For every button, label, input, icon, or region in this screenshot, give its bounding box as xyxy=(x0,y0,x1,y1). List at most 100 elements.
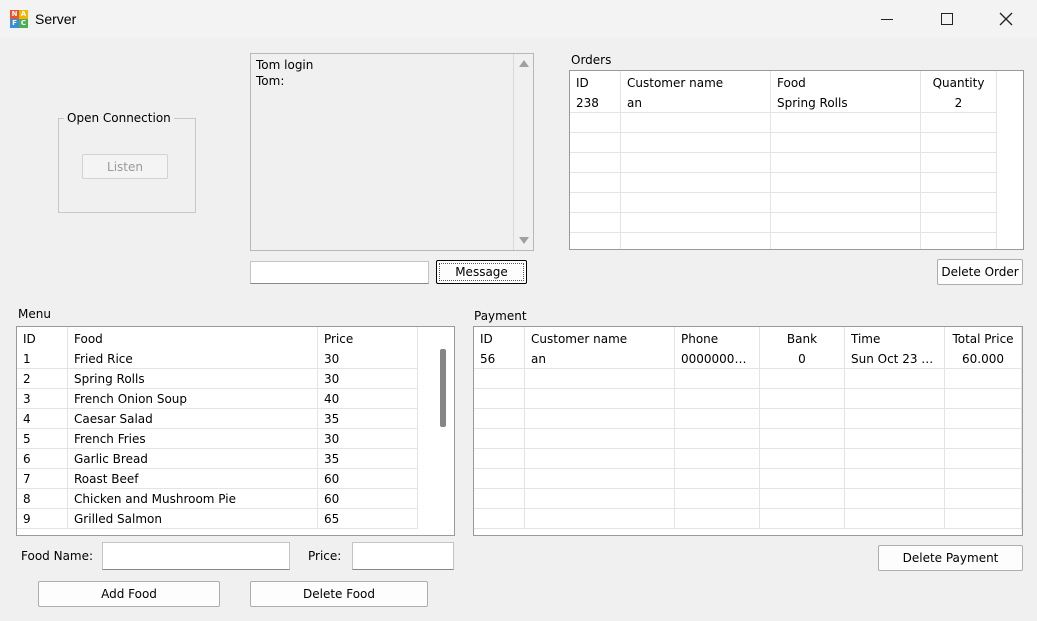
scroll-down-icon[interactable] xyxy=(519,237,529,244)
table-cell: an xyxy=(525,349,675,369)
table-cell xyxy=(760,509,845,529)
column-header[interactable]: Time xyxy=(845,327,945,349)
column-header[interactable]: Food xyxy=(771,71,921,93)
table-cell xyxy=(921,213,997,233)
table-cell: 60.000 xyxy=(945,349,1022,369)
table-row[interactable]: 4 Caesar Salad 35 xyxy=(17,409,418,429)
column-header[interactable]: Phone xyxy=(675,327,760,349)
table-row[interactable] xyxy=(570,213,997,233)
table-cell xyxy=(621,193,771,213)
chat-scrollbar[interactable] xyxy=(513,54,533,250)
table-cell: 3 xyxy=(17,389,68,409)
table-row[interactable] xyxy=(570,173,997,193)
table-row[interactable] xyxy=(474,369,1022,389)
table-row[interactable]: 9 Grilled Salmon 65 xyxy=(17,509,418,529)
table-cell: 35 xyxy=(318,449,418,469)
table-row[interactable] xyxy=(474,469,1022,489)
table-cell xyxy=(525,489,675,509)
table-row[interactable] xyxy=(570,153,997,173)
table-row[interactable]: 8 Chicken and Mushroom Pie 60 xyxy=(17,489,418,509)
app-icon-tile: A xyxy=(19,10,28,19)
table-cell xyxy=(474,409,525,429)
table-row[interactable]: 1 Fried Rice 30 xyxy=(17,349,418,369)
table-row[interactable] xyxy=(474,449,1022,469)
menu-scrollbar-thumb[interactable] xyxy=(440,349,446,427)
table-cell xyxy=(921,173,997,193)
table-cell: Garlic Bread xyxy=(68,449,318,469)
table-cell: 30 xyxy=(318,429,418,449)
table-cell xyxy=(845,509,945,529)
table-cell: 238 xyxy=(570,93,621,113)
column-header[interactable]: Price xyxy=(318,327,418,349)
table-cell xyxy=(945,369,1022,389)
table-header: ID Customer name Food Quantity xyxy=(570,71,997,93)
chat-log[interactable]: Tom login Tom: xyxy=(250,53,534,251)
delete-order-button[interactable]: Delete Order xyxy=(937,259,1023,285)
orders-table[interactable]: ID Customer name Food Quantity 238 an Spring R… xyxy=(569,70,1024,250)
column-header[interactable]: Bank xyxy=(760,327,845,349)
table-row[interactable]: 56 an 0000000000 0 Sun Oct 23 1... 60.000 xyxy=(474,349,1022,369)
food-name-input[interactable] xyxy=(102,542,290,570)
table-cell xyxy=(771,213,921,233)
open-connection-title: Open Connection xyxy=(64,111,174,125)
table-row[interactable] xyxy=(474,509,1022,529)
menu-table[interactable]: ID Food Price 1 Fried Rice 30 2 Spring Rolls 30 3… xyxy=(16,326,455,536)
maximize-button[interactable] xyxy=(924,0,970,38)
column-header[interactable]: Food xyxy=(68,327,318,349)
scroll-up-icon[interactable] xyxy=(519,60,529,67)
table-cell: an xyxy=(621,93,771,113)
table-cell xyxy=(945,429,1022,449)
table-cell xyxy=(921,233,997,249)
column-header[interactable]: ID xyxy=(570,71,621,93)
table-cell xyxy=(945,469,1022,489)
listen-button[interactable]: Listen xyxy=(82,154,168,179)
table-row[interactable]: 238 an Spring Rolls 2 xyxy=(570,93,997,113)
table-row[interactable]: 7 Roast Beef 60 xyxy=(17,469,418,489)
table-row[interactable] xyxy=(474,409,1022,429)
table-cell xyxy=(845,449,945,469)
table-cell: 60 xyxy=(318,489,418,509)
column-header[interactable]: Total Price xyxy=(945,327,1022,349)
table-row[interactable] xyxy=(474,389,1022,409)
table-cell xyxy=(771,193,921,213)
table-cell xyxy=(945,389,1022,409)
column-header[interactable]: Customer name xyxy=(525,327,675,349)
table-cell xyxy=(474,389,525,409)
table-row[interactable] xyxy=(570,133,997,153)
table-cell xyxy=(760,469,845,489)
delete-food-button[interactable]: Delete Food xyxy=(250,581,428,607)
table-cell xyxy=(474,429,525,449)
menu-title: Menu xyxy=(18,307,51,321)
table-row[interactable] xyxy=(570,193,997,213)
table-row[interactable] xyxy=(474,489,1022,509)
column-header[interactable]: Quantity xyxy=(921,71,997,93)
table-row[interactable]: 6 Garlic Bread 35 xyxy=(17,449,418,469)
delete-payment-button[interactable]: Delete Payment xyxy=(878,545,1023,571)
table-cell: 7 xyxy=(17,469,68,489)
table-cell: 8 xyxy=(17,489,68,509)
add-food-button[interactable]: Add Food xyxy=(38,581,220,607)
chat-line: Tom: xyxy=(256,74,285,88)
app-icon-tile: F xyxy=(10,19,19,28)
message-input[interactable] xyxy=(250,261,429,284)
table-row[interactable]: 3 French Onion Soup 40 xyxy=(17,389,418,409)
message-button[interactable]: Message xyxy=(436,260,527,284)
table-cell xyxy=(921,133,997,153)
title-bar: N A F C Server xyxy=(0,0,1037,38)
price-input[interactable] xyxy=(352,542,454,570)
table-row[interactable]: 5 French Fries 30 xyxy=(17,429,418,449)
column-header[interactable]: ID xyxy=(17,327,68,349)
column-header[interactable]: Customer name xyxy=(621,71,771,93)
payment-table[interactable]: ID Customer name Phone Bank Time Total Price 5… xyxy=(473,326,1023,536)
table-row[interactable]: 2 Spring Rolls 30 xyxy=(17,369,418,389)
table-row[interactable] xyxy=(570,113,997,133)
close-button[interactable] xyxy=(983,0,1029,38)
orders-title: Orders xyxy=(571,53,612,67)
table-cell xyxy=(570,233,621,249)
column-header[interactable]: ID xyxy=(474,327,525,349)
table-row[interactable] xyxy=(474,429,1022,449)
minimize-button[interactable] xyxy=(864,0,910,38)
table-row[interactable] xyxy=(570,233,997,249)
payment-title: Payment xyxy=(474,309,527,323)
table-cell xyxy=(675,389,760,409)
